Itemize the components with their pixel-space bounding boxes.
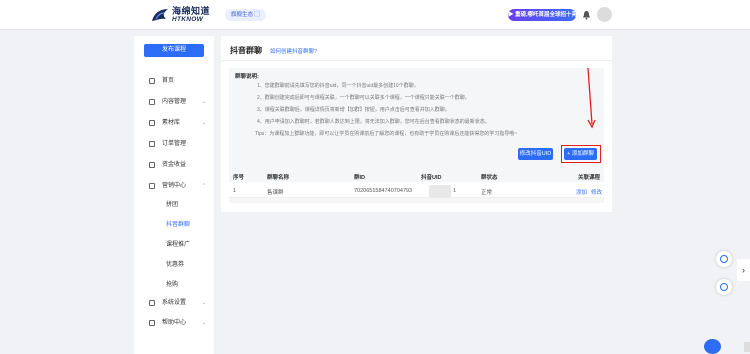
notice-title: 群聊说明: bbox=[235, 74, 259, 80]
library-icon bbox=[149, 120, 155, 126]
sidebar-item-coupon[interactable]: 优惠券 bbox=[134, 259, 214, 271]
add-group-button[interactable]: + 添加群聊 bbox=[564, 148, 597, 160]
sidebar-item-label: 营销中心 bbox=[162, 183, 187, 189]
sidebar-item-label: 订单管理 bbox=[162, 141, 187, 147]
redacted-cell bbox=[429, 185, 451, 198]
table-header: 关联课程 bbox=[578, 175, 601, 181]
bell-icon[interactable] bbox=[582, 10, 591, 20]
sidebar-item-label: 首页 bbox=[162, 78, 175, 84]
sidebar-item-label: 帮助中心 bbox=[162, 320, 187, 326]
notice-line: 3、课程关联群聊后，课程详情页将新增【加群】按钮，用户点击后可查看并加入群聊。 bbox=[257, 107, 450, 113]
sidebar-item-earnings[interactable]: 资金收益 bbox=[134, 159, 214, 171]
chevron-up-icon: ⌃ bbox=[202, 183, 207, 189]
chevron-down-icon: ⌄ bbox=[202, 320, 207, 326]
edit-course-link[interactable]: 修改 bbox=[591, 188, 602, 196]
table-header: 序号 bbox=[233, 175, 245, 181]
sidebar-item-label: 抢购 bbox=[166, 282, 179, 288]
cell-uid: 1 bbox=[453, 188, 457, 194]
sidebar-item-groupbuy[interactable]: 拼团 bbox=[134, 199, 214, 211]
chevron-down-icon: ⌄ bbox=[202, 120, 207, 126]
money-icon bbox=[149, 162, 155, 168]
sidebar-item-label: 资金收益 bbox=[162, 162, 187, 168]
sidebar-item-settings[interactable]: 系统设置 ⌄ bbox=[134, 297, 214, 309]
sidebar-item-label: 素材库 bbox=[162, 120, 181, 126]
add-course-link[interactable]: 添加 bbox=[576, 188, 587, 196]
brand-name: 海绵知道 bbox=[172, 6, 211, 16]
marketing-icon bbox=[149, 183, 155, 189]
sidebar-item-label: 拼团 bbox=[166, 202, 179, 208]
chat-bubble-icon[interactable] bbox=[704, 339, 721, 354]
scrollbar[interactable] bbox=[744, 342, 750, 352]
how-to-link[interactable]: 如何创建抖音群聊? bbox=[270, 47, 317, 55]
sidebar-item-label: 系统设置 bbox=[162, 300, 187, 306]
sidebar-item-orders[interactable]: 订单管理 bbox=[134, 138, 214, 150]
cell-group-id: 7020651584740704793 bbox=[354, 188, 413, 194]
sidebar-item-promotion[interactable]: 课程推广 bbox=[134, 239, 214, 251]
sidebar-item-label: 课程推广 bbox=[166, 242, 191, 248]
cell-name: 售课群 bbox=[267, 190, 284, 196]
sidebar-item-library[interactable]: 素材库 ⌄ bbox=[134, 117, 214, 129]
top-bar: 海绵知道 HTKNOW 旗舰生态 ▢ ▶ 重磅,哪吒首届全球招十亮 bbox=[0, 0, 750, 30]
table-row bbox=[229, 182, 604, 198]
sidebar-item-label: 优惠券 bbox=[166, 262, 185, 268]
sidebar-item-douyin-group[interactable]: 抖音群聊 bbox=[134, 219, 214, 231]
sidebar-item-content[interactable]: 内容管理 ⌄ bbox=[134, 96, 214, 108]
version-tag[interactable]: 旗舰生态 ▢ bbox=[225, 9, 267, 21]
table-header: 群ID bbox=[354, 175, 366, 181]
brand-name-en: HTKNOW bbox=[172, 16, 204, 23]
smile-icon bbox=[720, 283, 728, 291]
sidebar-item-help[interactable]: 帮助中心 ⌄ bbox=[134, 317, 214, 329]
support-float-button[interactable] bbox=[716, 279, 732, 295]
notice-line: 2、群聊创建完成后即可与课程关联，一个群聊可以关联多个课程，一个课程只能关联一个… bbox=[257, 95, 470, 101]
sidebar-item-marketing[interactable]: 营销中心 ⌃ bbox=[134, 180, 214, 192]
sidebar-item-label: 抖音群聊 bbox=[166, 222, 191, 228]
cell-status: 正常 bbox=[481, 190, 493, 196]
divider bbox=[221, 60, 612, 61]
sidebar-item-label: 内容管理 bbox=[162, 99, 187, 105]
content-icon bbox=[149, 99, 155, 105]
notice-tips: Tips：为课程加上群聊功能，即可以让学员在购课前后了解您的课程，也有助于学员在… bbox=[255, 131, 518, 137]
page-title: 抖音群聊 bbox=[230, 46, 262, 55]
edit-icon bbox=[720, 255, 728, 263]
edit-uid-button[interactable]: 修改抖音UID bbox=[518, 148, 553, 160]
main-panel: 抖音群聊 如何创建抖音群聊? 群聊说明: 1、您建群聊前请先填写您的抖音uid，… bbox=[221, 36, 612, 212]
home-icon bbox=[149, 78, 155, 84]
promo-banner[interactable]: ▶ 重磅,哪吒首届全球招十亮 bbox=[508, 9, 576, 21]
sidebar-item-flashsale[interactable]: 抢购 bbox=[134, 279, 214, 291]
sidebar-item-home[interactable]: 首页 bbox=[134, 75, 214, 87]
order-icon bbox=[149, 141, 155, 147]
chevron-down-icon: ⌄ bbox=[202, 300, 207, 306]
edit-float-button[interactable] bbox=[716, 251, 732, 267]
table-header: 群状态 bbox=[481, 175, 498, 181]
sidebar: 发布课程 首页 内容管理 ⌄ 素材库 ⌄ 订单管理 资金收益 营销中心 ⌃ 拼团… bbox=[134, 36, 214, 354]
notice-line: 4、用户申请加入群聊时，若群聊人数达到上限，将无法加入群聊，您可在后台查看群聊状… bbox=[257, 119, 490, 125]
table-header: 群聊名称 bbox=[267, 175, 290, 181]
expand-tab[interactable]: › bbox=[737, 259, 750, 281]
cell-index: 1 bbox=[233, 188, 237, 194]
notice-line: 1、您建群聊前请先填写您的抖音uid，同一个抖音uid最多创建10个群聊。 bbox=[257, 83, 419, 89]
help-icon bbox=[149, 320, 155, 326]
highlight-box: + 添加群聊 bbox=[561, 145, 601, 163]
avatar[interactable] bbox=[597, 7, 612, 22]
table-header: 抖音UID bbox=[421, 175, 442, 181]
logo-icon[interactable] bbox=[150, 7, 170, 24]
settings-icon bbox=[149, 300, 155, 306]
publish-course-button[interactable]: 发布课程 bbox=[144, 44, 204, 57]
chevron-down-icon: ⌄ bbox=[202, 99, 207, 105]
